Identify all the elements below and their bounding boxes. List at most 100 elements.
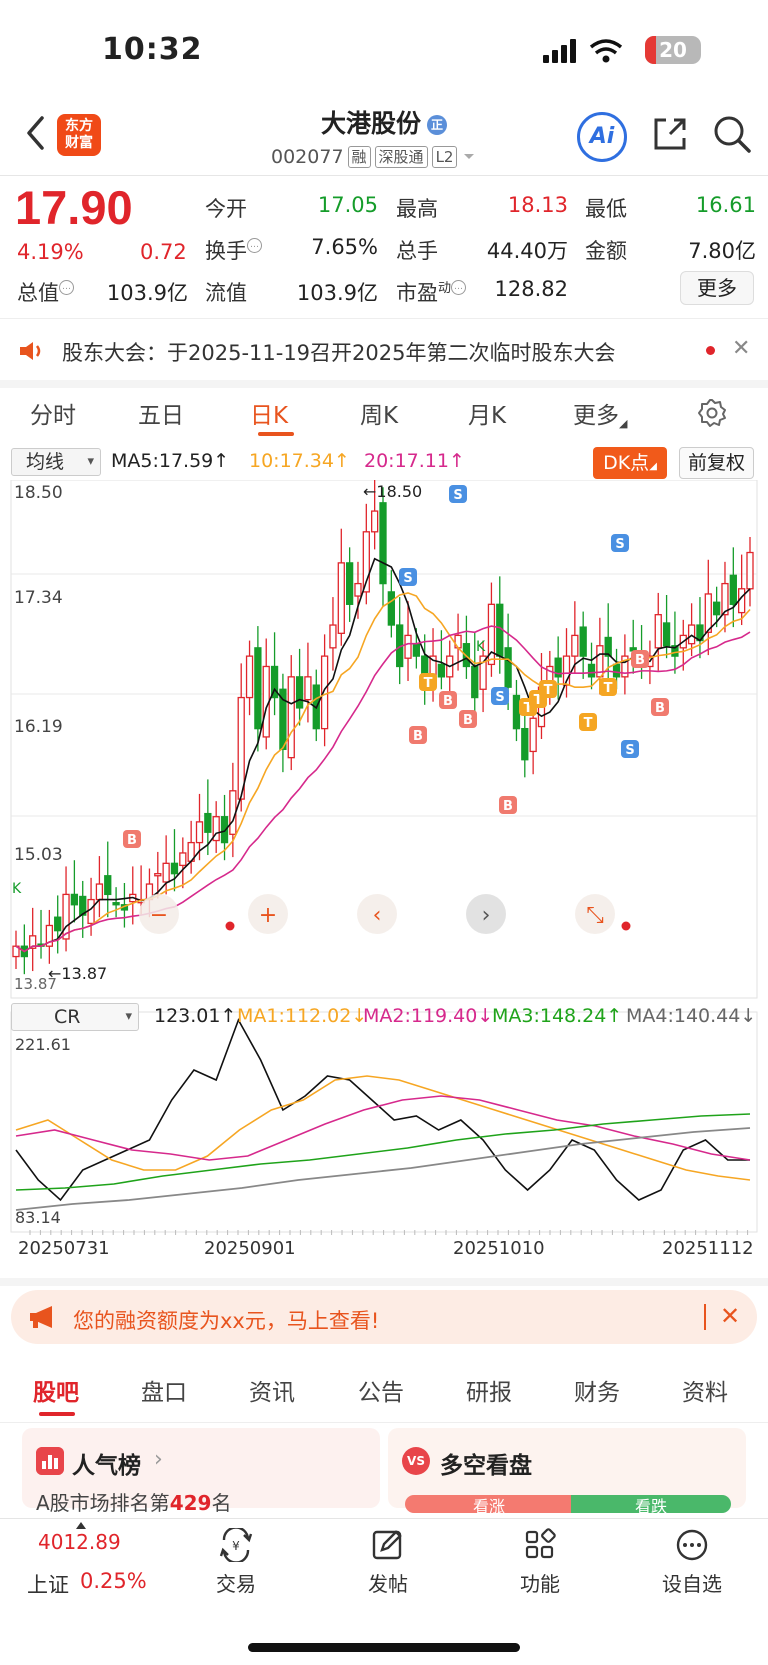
candle-body xyxy=(579,626,587,657)
high-value: 18.13 xyxy=(507,193,568,217)
divider xyxy=(0,380,768,388)
candle-body xyxy=(170,862,179,875)
name-badge-icon: 正 xyxy=(427,115,447,135)
popularity-title: 人气榜 xyxy=(72,1453,141,1479)
signal-k: K xyxy=(12,881,22,897)
cr-ma3-line xyxy=(15,1113,751,1191)
dk-signal-button[interactable]: DK点◢ xyxy=(593,447,667,479)
pe-label[interactable]: 市盈动… xyxy=(396,277,467,307)
candle-body xyxy=(287,676,295,759)
candle-body xyxy=(112,902,120,906)
notice-text[interactable]: 股东大会：于2025-11-19召开2025年第二次临时股东大会 xyxy=(62,337,615,367)
signal-k: K xyxy=(476,639,486,655)
mktcap-label[interactable]: 总值… xyxy=(17,277,74,307)
low-label: 最低 xyxy=(585,197,627,221)
cr-ma4-line xyxy=(15,1127,751,1211)
divider xyxy=(0,175,768,176)
tab-news[interactable]: 资讯 xyxy=(249,1373,295,1407)
close-icon[interactable]: ✕ xyxy=(732,336,750,361)
dropdown-icon xyxy=(464,154,475,159)
candle-body xyxy=(504,647,512,688)
nav-functions[interactable]: 功能 xyxy=(500,1528,580,1597)
bearish-button[interactable]: 看跌 xyxy=(571,1495,731,1516)
chevron-right-icon: › xyxy=(154,1447,163,1472)
candle-body xyxy=(154,873,162,877)
tab-profile[interactable]: 资料 xyxy=(682,1373,728,1407)
caret-up-icon xyxy=(76,1522,86,1529)
candle-body xyxy=(195,821,204,844)
candle-body xyxy=(295,676,304,709)
turnover-label[interactable]: 换手… xyxy=(205,235,262,265)
candle-body xyxy=(371,510,379,533)
cr-ma1: MA1:112.02↓ xyxy=(237,1005,368,1027)
more-button[interactable]: 更多 xyxy=(680,271,754,305)
signal-label: B xyxy=(413,729,423,744)
cr-y-bottom: 83.14 xyxy=(15,1208,61,1227)
candle-body xyxy=(704,593,712,633)
index-label[interactable]: 上证 xyxy=(27,1569,69,1599)
share-icon[interactable] xyxy=(650,114,690,154)
candle-body xyxy=(512,694,521,730)
ai-button[interactable]: Ai xyxy=(577,112,627,162)
signal-label: B xyxy=(655,701,665,716)
tab-research[interactable]: 研报 xyxy=(466,1373,512,1407)
candle-body xyxy=(254,647,262,730)
cr-y-top: 221.61 xyxy=(15,1035,71,1054)
tab-monthly-k[interactable]: 月K xyxy=(468,396,506,430)
signal-label: T xyxy=(584,716,593,731)
tab-daily-k[interactable]: 日K xyxy=(250,396,288,430)
tab-announcement[interactable]: 公告 xyxy=(358,1373,404,1407)
y-label-top: 18.50 xyxy=(14,483,63,503)
gear-icon[interactable] xyxy=(696,397,728,429)
pe-value: 128.82 xyxy=(494,277,568,301)
adjust-button[interactable]: 前复权 xyxy=(679,447,754,479)
candle-body xyxy=(412,643,421,657)
nav-post[interactable]: 发帖 xyxy=(348,1528,428,1597)
marker-dot xyxy=(621,921,631,931)
signal-label: S xyxy=(495,690,504,705)
cr-value: 123.01↑ xyxy=(154,1005,237,1027)
bullish-button[interactable]: 看涨 xyxy=(405,1495,573,1516)
candle-body xyxy=(54,916,62,932)
edit-icon xyxy=(372,1530,402,1560)
float-value: 103.9亿 xyxy=(296,281,378,305)
candle-body xyxy=(245,655,254,699)
nav-trade[interactable]: ¥ 交易 xyxy=(196,1528,276,1597)
tab-finance[interactable]: 财务 xyxy=(574,1373,620,1407)
indicator-select[interactable]: 均线 xyxy=(11,448,101,476)
signal-label: S xyxy=(453,488,462,503)
chart-tool-icon: › xyxy=(482,903,491,928)
close-icon[interactable]: ✕ xyxy=(720,1302,740,1330)
index-value[interactable]: 4012.89 xyxy=(38,1530,121,1554)
candle-body xyxy=(70,893,79,906)
cr-line xyxy=(15,1018,750,1202)
candle-body xyxy=(529,717,537,753)
tab-timeshare[interactable]: 分时 xyxy=(30,396,76,430)
volume-value: 44.40万 xyxy=(486,239,568,263)
search-icon[interactable] xyxy=(712,114,752,154)
tab-more[interactable]: 更多◢ xyxy=(573,396,627,430)
stock-code-line[interactable]: 002077 融 深股通 L2 xyxy=(271,146,477,168)
divider xyxy=(0,1422,768,1423)
bull-bear-title: 多空看盘 xyxy=(440,1453,532,1479)
tab-five-day[interactable]: 五日 xyxy=(138,396,184,430)
tab-pankou[interactable]: 盘口 xyxy=(141,1373,187,1407)
tab-guba[interactable]: 股吧 xyxy=(33,1373,79,1407)
tab-weekly-k[interactable]: 周K xyxy=(360,396,398,430)
nav-add-watchlist[interactable]: 设自选 xyxy=(652,1528,732,1597)
index-change[interactable]: 0.25% xyxy=(80,1569,147,1593)
svg-text:¥: ¥ xyxy=(232,1539,240,1553)
kline-chart[interactable]: BSSBBTBSBTTTTTSSBBKK − + ‹ › ⤡ xyxy=(0,480,768,1280)
chart-tool-icon: + xyxy=(259,903,277,928)
chart-tool-icon: ‹ xyxy=(373,903,382,928)
speaker-icon xyxy=(20,342,41,360)
signal-label: B xyxy=(127,833,137,848)
cr-select[interactable]: CR xyxy=(11,1003,139,1031)
candle-body xyxy=(612,663,621,678)
signal-label: B xyxy=(503,799,513,814)
ma20-label: 20:17.11↑ xyxy=(364,450,465,472)
candle-body xyxy=(729,574,737,605)
promo-text[interactable]: 您的融资额度为xx元，马上查看! xyxy=(73,1305,379,1335)
candle-body xyxy=(437,663,446,678)
candle-body xyxy=(179,852,187,867)
